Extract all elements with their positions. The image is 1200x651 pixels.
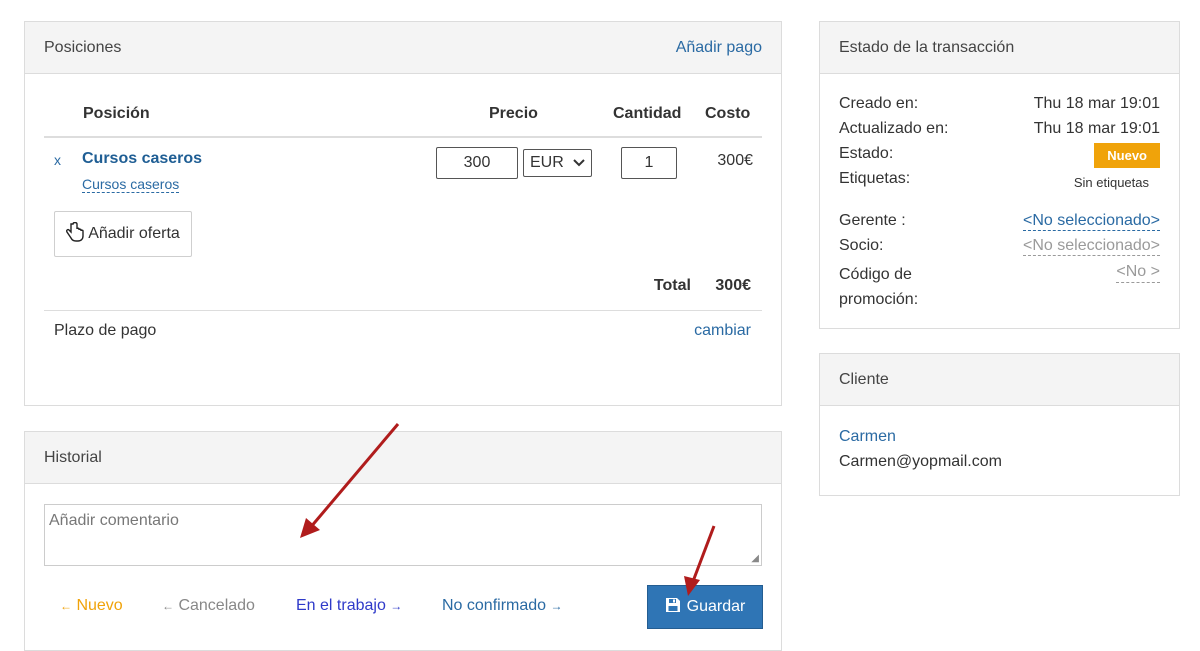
created-row: Creado en: Thu 18 mar 19:01: [839, 95, 1160, 113]
client-name-link[interactable]: Carmen: [839, 428, 896, 445]
arrow-right-icon: →: [550, 599, 563, 613]
status-label: Cancelado: [178, 597, 255, 614]
partner-label: Socio:: [839, 237, 884, 254]
column-price: Precio: [489, 105, 538, 122]
chevron-down-icon: [573, 156, 585, 170]
resize-handle-icon[interactable]: ◢: [751, 553, 759, 564]
created-value: Thu 18 mar 19:01: [1033, 95, 1160, 112]
add-payment-link[interactable]: Añadir pago: [676, 39, 762, 57]
item-title-link[interactable]: Cursos caseros: [82, 150, 202, 168]
divider: [44, 310, 762, 311]
comment-placeholder: Añadir comentario: [49, 512, 179, 529]
comment-textarea[interactable]: Añadir comentario ◢: [44, 504, 762, 566]
tags-row: Etiquetas: Sin etiquetas: [839, 170, 1160, 190]
status-row: Estado: Nuevo: [839, 143, 1160, 168]
transaction-title: Estado de la transacción: [839, 38, 1015, 56]
status-label: Nuevo: [76, 597, 123, 614]
currency-value: EUR: [530, 154, 564, 171]
quantity-input[interactable]: 1: [621, 147, 677, 179]
floppy-disk-icon: [665, 597, 681, 618]
column-quantity: Cantidad: [613, 105, 682, 122]
updated-value: Thu 18 mar 19:01: [1033, 120, 1160, 137]
price-input[interactable]: 300: [436, 147, 518, 179]
total-row: Total 300€: [634, 277, 751, 295]
updated-row: Actualizado en: Thu 18 mar 19:01: [839, 120, 1160, 138]
total-value: 300€: [715, 277, 751, 294]
status-label: En el trabajo: [296, 597, 386, 614]
status-unconfirmed-button[interactable]: No confirmado →: [442, 597, 563, 615]
manager-row: Gerente : <No seleccionado>: [839, 212, 1160, 231]
transaction-header: Estado de la transacción: [820, 22, 1179, 74]
add-offer-label: Añadir oferta: [88, 225, 180, 242]
positions-header: Posiciones Añadir pago: [25, 22, 781, 74]
add-offer-button[interactable]: Añadir oferta: [54, 211, 192, 257]
client-email: Carmen@yopmail.com: [839, 453, 1002, 470]
item-cost: 300€: [717, 152, 753, 169]
status-new-button[interactable]: ← Nuevo: [60, 597, 123, 615]
client-name-row: Carmen: [839, 428, 1160, 446]
save-button[interactable]: Guardar: [647, 585, 763, 629]
promo-label-line1: Código de: [839, 266, 912, 283]
promo-label-line2: promoción:: [839, 291, 919, 308]
transaction-panel: Estado de la transacción Creado en: Thu …: [819, 21, 1180, 329]
partner-select-link[interactable]: <No seleccionado>: [1023, 237, 1160, 256]
positions-panel: Posiciones Añadir pago Posición Precio C…: [24, 21, 782, 406]
status-label: No confirmado: [442, 597, 547, 614]
arrow-left-icon: ←: [162, 599, 174, 613]
pointer-hand-icon: [66, 221, 84, 247]
status-label: Estado:: [839, 145, 894, 162]
history-panel: Historial Añadir comentario ◢ ← Nuevo ← …: [24, 431, 782, 651]
positions-table-header: Posición Precio Cantidad Costo: [44, 100, 762, 138]
arrow-left-icon: ←: [60, 599, 72, 613]
client-panel: Cliente Carmen Carmen@yopmail.com: [819, 353, 1180, 496]
status-in-progress-button[interactable]: En el trabajo →: [296, 597, 402, 615]
status-cancelled-button[interactable]: ← Cancelado: [162, 597, 255, 615]
table-row: x Cursos caseros Cursos caseros 300 EUR …: [44, 140, 762, 210]
arrow-right-icon: →: [390, 599, 403, 613]
client-title: Cliente: [839, 370, 889, 388]
item-subtitle-link[interactable]: Cursos caseros: [82, 176, 180, 193]
status-badge: Nuevo: [1094, 143, 1160, 168]
change-payment-term-link[interactable]: cambiar: [694, 322, 751, 340]
updated-label: Actualizado en:: [839, 120, 949, 137]
tags-value: Sin etiquetas: [1073, 175, 1149, 190]
manager-select-link[interactable]: <No seleccionado>: [1023, 212, 1160, 231]
promo-code-link[interactable]: <No >: [1116, 262, 1160, 283]
save-label: Guardar: [686, 598, 746, 615]
positions-title: Posiciones: [44, 38, 122, 56]
column-cost: Costo: [705, 105, 751, 122]
payment-term-label: Plazo de pago: [54, 322, 157, 339]
created-label: Creado en:: [839, 95, 919, 112]
client-email-row: Carmen@yopmail.com: [839, 453, 1160, 471]
partner-row: Socio: <No seleccionado>: [839, 237, 1160, 256]
tags-label: Etiquetas:: [839, 170, 911, 187]
column-position: Posición: [83, 105, 150, 122]
history-header: Historial: [25, 432, 781, 484]
remove-item-button[interactable]: x: [54, 152, 61, 168]
total-label: Total: [653, 277, 691, 294]
currency-select[interactable]: EUR: [523, 149, 592, 177]
promo-row: Código de promoción: <No >: [839, 262, 1160, 312]
manager-label: Gerente :: [839, 212, 906, 229]
history-title: Historial: [44, 448, 102, 466]
client-header: Cliente: [820, 354, 1179, 406]
